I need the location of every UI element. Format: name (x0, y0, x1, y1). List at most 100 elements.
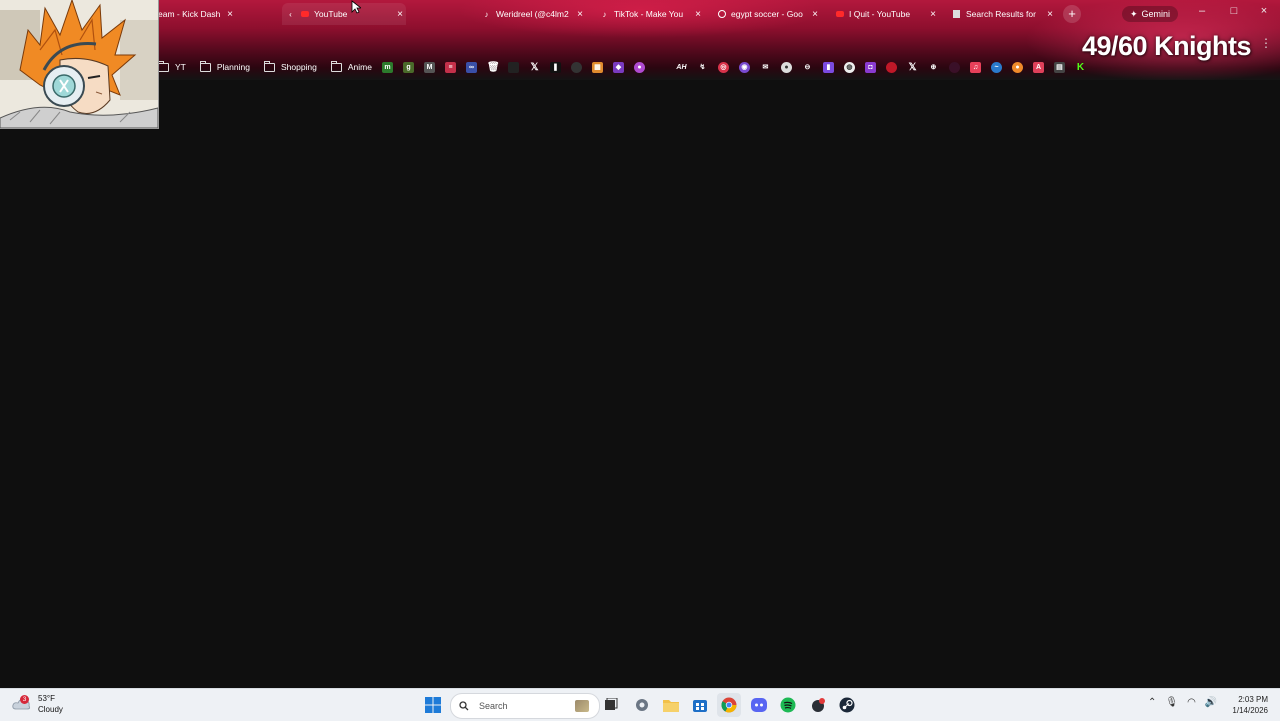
x-twitter-icon[interactable]: 𝕏 (529, 62, 540, 73)
tab-youtube[interactable]: ‹ YouTube × (282, 3, 406, 25)
weather-temp: 53°F (38, 694, 55, 703)
bookmark-game-icon[interactable]: g (402, 61, 414, 73)
search-highlight-icon (575, 700, 589, 712)
bookmark-grid-icon[interactable]: ▤ (1053, 61, 1065, 73)
tab-title: egypt soccer - Goo (731, 9, 803, 19)
back-arrow-icon: ‹ (289, 9, 292, 19)
tab-youtube-iquit[interactable]: I Quit - YouTube × (835, 3, 939, 25)
bookmark-web-icon[interactable]: ⊕ (928, 62, 939, 73)
folder-icon (263, 60, 275, 72)
bookmark-blue-app-icon[interactable]: ∞ (465, 61, 477, 73)
tiktok-icon: ♪ (602, 9, 607, 19)
folder-icon (158, 60, 169, 72)
tab-google[interactable]: egypt soccer - Goo × (717, 3, 821, 25)
discord-icon[interactable] (747, 693, 771, 717)
bookmark-wave-icon[interactable]: ~ (990, 61, 1002, 73)
close-icon[interactable]: × (394, 9, 406, 20)
bookmark-fox-icon[interactable]: ● (1011, 61, 1023, 73)
bookmark-violet-icon[interactable]: ◘ (864, 61, 876, 73)
app-red-icon[interactable] (806, 693, 830, 717)
bookmark-mt-icon[interactable]: m (381, 61, 393, 73)
cloud-icon: 3 (12, 695, 32, 711)
tab-strip: eam - Kick Dash × ‹ YouTube × ♪ Weridree… (0, 0, 1280, 28)
clock[interactable]: 2:03 PM 1/14/2026 (1228, 694, 1268, 716)
chrome-icon[interactable] (717, 693, 741, 717)
chevron-up-icon[interactable]: ⌃ (1148, 697, 1156, 708)
tab-title: Weridreel (@c4lm2 (496, 9, 569, 19)
settings-icon[interactable] (630, 693, 654, 717)
x-twitter-icon[interactable]: 𝕏 (907, 62, 918, 73)
bookmark-circle-icon[interactable] (570, 61, 582, 73)
google-icon (717, 10, 726, 19)
bookmark-chat-icon[interactable]: ◉ (738, 61, 750, 73)
youtube-icon (835, 10, 844, 19)
bookmark-dark-icon[interactable] (507, 61, 519, 73)
search-icon (459, 701, 469, 711)
bookmark-red-app-icon[interactable]: ≡ (444, 61, 456, 73)
wifi-icon[interactable]: ◠ (1187, 697, 1196, 708)
gemini-button[interactable]: ✦ Gemini (1122, 6, 1179, 22)
close-icon[interactable]: × (692, 9, 704, 20)
file-explorer-icon[interactable] (659, 693, 683, 717)
minimize-icon[interactable]: – (1192, 5, 1212, 17)
maximize-icon[interactable]: □ (1224, 5, 1244, 17)
close-icon[interactable]: × (574, 9, 586, 20)
bookmark-music-icon[interactable]: ♫ (969, 61, 981, 73)
weather-desc: Cloudy (38, 705, 63, 714)
bookmark-red-circle-icon[interactable]: ◎ (717, 61, 729, 73)
taskbar-search[interactable]: Search (450, 693, 600, 719)
close-icon[interactable]: × (224, 9, 236, 20)
kick-icon[interactable]: K (1075, 62, 1086, 73)
window-close-icon[interactable]: × (1254, 5, 1274, 17)
bookmark-white-circle-icon[interactable]: ● (780, 61, 792, 73)
start-button[interactable] (421, 693, 445, 717)
system-tray: ⌃ 🎙 ◠ 🔊 (1148, 697, 1226, 708)
bookmark-ah-icon[interactable]: AH (676, 62, 687, 73)
tab-tiktok-user[interactable]: ♪ Weridreel (@c4lm2 × (482, 3, 586, 25)
bookmark-bar-icon[interactable]: ❚ (549, 61, 561, 73)
bookmark-compass-icon[interactable]: ⊖ (802, 62, 813, 73)
bookmark-folder-planning[interactable]: Planning (199, 60, 250, 72)
close-icon[interactable]: × (809, 9, 821, 20)
bookmark-message-icon[interactable]: ✉ (760, 62, 771, 73)
spotify-icon[interactable] (776, 693, 800, 717)
bookmark-twitch-icon[interactable]: ▮ (822, 61, 834, 73)
youtube-icon (300, 10, 309, 19)
tab-search-results[interactable]: Search Results for × (952, 3, 1056, 25)
store-icon[interactable] (688, 693, 712, 717)
bookmark-app-icon[interactable]: M (423, 61, 435, 73)
bookmark-red-dot-icon[interactable] (885, 61, 897, 73)
tab-kick[interactable]: eam - Kick Dash × (158, 3, 236, 25)
streamer-avatar-overlay (0, 0, 159, 129)
steam-icon[interactable] (835, 693, 859, 717)
bookmark-label: Shopping (280, 62, 317, 72)
volume-icon[interactable]: 🔊 (1205, 697, 1217, 708)
microphone-icon[interactable]: 🎙 (1165, 697, 1178, 708)
bookmark-blank-icon[interactable] (655, 62, 666, 73)
windows-taskbar: 3 53°F Cloudy Search ⌃ 🎙 ◠ 🔊 2:03 PM 1/1… (0, 688, 1280, 721)
folder-icon (330, 60, 342, 72)
tab-tiktok[interactable]: ♪ TikTok - Make You × (600, 3, 704, 25)
bookmark-folder-anime[interactable]: Anime (330, 60, 372, 72)
bookmark-purple-icon[interactable]: ◆ (612, 61, 624, 73)
bookmark-label: Planning (216, 62, 250, 72)
folder-icon (199, 60, 211, 72)
weather-widget[interactable]: 3 53°F Cloudy (12, 693, 63, 715)
bookmark-folder-yt[interactable]: YT (158, 60, 186, 72)
bookmark-gem-icon[interactable]: ● (633, 61, 645, 73)
task-view-icon[interactable] (599, 693, 623, 717)
gemini-icon: ✦ (1130, 8, 1138, 19)
close-icon[interactable]: × (1044, 9, 1056, 20)
bookmark-arrow-icon[interactable]: ↯ (697, 62, 708, 73)
bookmark-trash-icon[interactable]: 🗑 (487, 62, 500, 73)
new-tab-button[interactable]: + (1063, 5, 1081, 23)
bookmark-dark-circle-icon[interactable] (948, 61, 960, 73)
close-icon[interactable]: × (927, 9, 939, 20)
search-results-icon (952, 10, 961, 19)
bookmark-orange-icon[interactable]: ▦ (591, 61, 603, 73)
search-placeholder: Search (479, 701, 508, 711)
bookmark-folder-shopping[interactable]: Shopping (263, 60, 317, 72)
bookmark-a-icon[interactable]: A (1032, 61, 1044, 73)
browser-menu-icon[interactable]: ⋮ (1260, 36, 1272, 50)
bookmark-globe-icon[interactable]: ◍ (843, 61, 855, 73)
